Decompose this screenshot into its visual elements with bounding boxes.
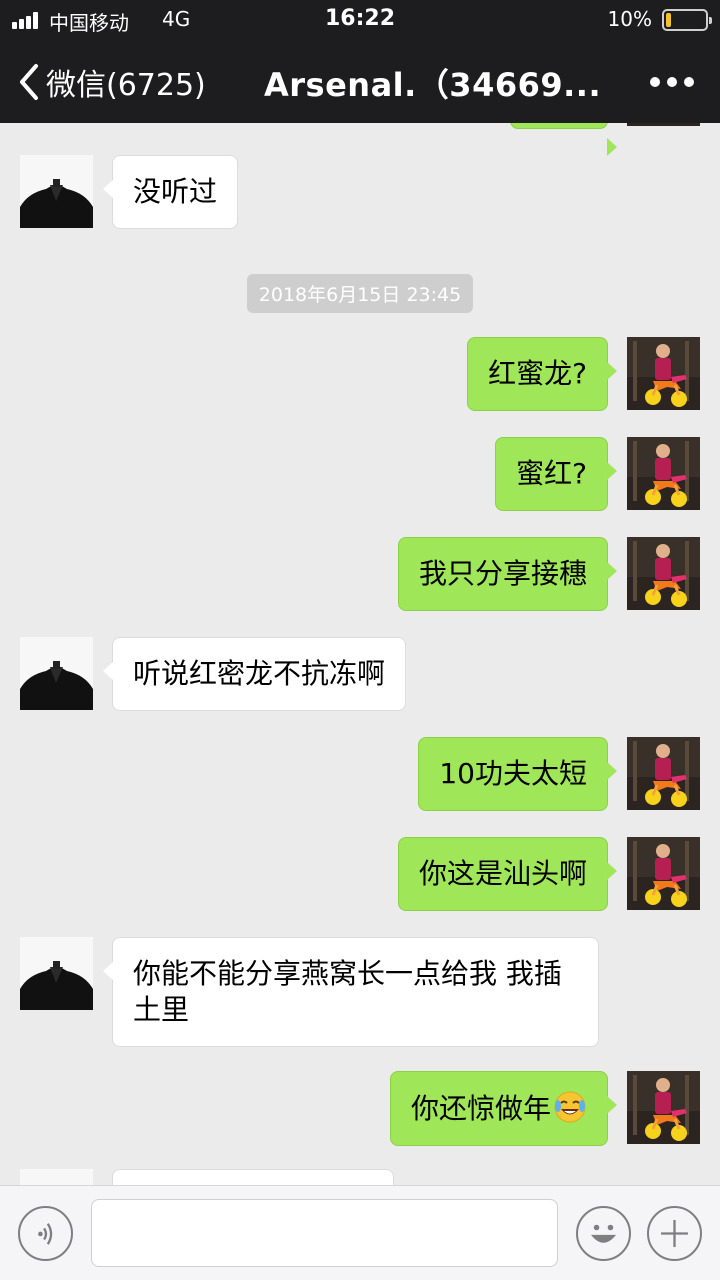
self-avatar[interactable] bbox=[627, 537, 700, 610]
chevron-left-icon bbox=[20, 64, 38, 100]
message-bubble-outgoing[interactable]: 你这是汕头啊 bbox=[397, 837, 618, 911]
battery-percent: 10% bbox=[607, 7, 652, 31]
tears-of-joy-emoji-icon bbox=[554, 1091, 586, 1123]
message-bubble-outgoing[interactable]: 我只分享接穗 bbox=[397, 537, 618, 611]
contact-avatar[interactable] bbox=[20, 937, 93, 1010]
self-avatar[interactable] bbox=[627, 337, 700, 410]
message-timestamp: 2018年6月15日 23:45 bbox=[246, 274, 474, 313]
battery-icon bbox=[662, 9, 712, 31]
plus-icon[interactable] bbox=[647, 1206, 702, 1261]
message-input[interactable] bbox=[91, 1199, 558, 1267]
message-bubble-incoming[interactable]: 没听过 bbox=[102, 155, 239, 229]
self-avatar[interactable] bbox=[627, 737, 700, 810]
message-bubble-outgoing[interactable]: 你还惊做年 bbox=[389, 1071, 618, 1146]
more-dots-icon[interactable] bbox=[648, 70, 696, 94]
self-avatar[interactable] bbox=[627, 123, 700, 126]
battery-level bbox=[666, 13, 671, 27]
message-bubble-outgoing[interactable]: 10功夫太短 bbox=[418, 737, 617, 811]
chat-title: Arsenal.（34669... bbox=[264, 66, 602, 104]
nav-bar: 微信(6725) Arsenal.（34669... bbox=[0, 40, 720, 123]
message-bubble-partial[interactable] bbox=[510, 123, 617, 156]
self-avatar[interactable] bbox=[627, 837, 700, 910]
voice-icon[interactable] bbox=[18, 1206, 73, 1261]
header: 中国移动 4G 16:22 10% 微信(6725) Arsenal.（3466… bbox=[0, 0, 720, 123]
message-text: 你还惊做年 bbox=[410, 1092, 551, 1125]
self-avatar[interactable] bbox=[627, 1071, 700, 1144]
contact-avatar[interactable] bbox=[20, 1169, 93, 1185]
timestamp-row: 2018年6月15日 23:45 bbox=[0, 274, 720, 313]
input-bar bbox=[0, 1185, 720, 1280]
smiley-icon[interactable] bbox=[576, 1206, 631, 1261]
status-bar: 中国移动 4G 16:22 10% bbox=[0, 0, 720, 40]
message-bubble-partial[interactable] bbox=[112, 1169, 394, 1185]
message-bubble-outgoing[interactable]: 红蜜龙? bbox=[467, 337, 617, 411]
back-label: 微信(6725) bbox=[46, 68, 206, 103]
message-bubble-incoming[interactable]: 听说红密龙不抗冻啊 bbox=[102, 637, 407, 711]
contact-avatar[interactable] bbox=[20, 637, 93, 710]
chat-area[interactable]: 没听过 2018年6月15日 23:45 红蜜龙? 蜜红? 我只分享接穗 听说红… bbox=[0, 123, 720, 1185]
contact-avatar[interactable] bbox=[20, 155, 93, 228]
self-avatar[interactable] bbox=[627, 437, 700, 510]
back-button[interactable]: 微信(6725) bbox=[16, 60, 206, 104]
message-bubble-outgoing[interactable]: 蜜红? bbox=[495, 437, 617, 511]
message-bubble-incoming[interactable]: 你能不能分享燕窝长一点给我 我插土里 bbox=[103, 937, 599, 1047]
